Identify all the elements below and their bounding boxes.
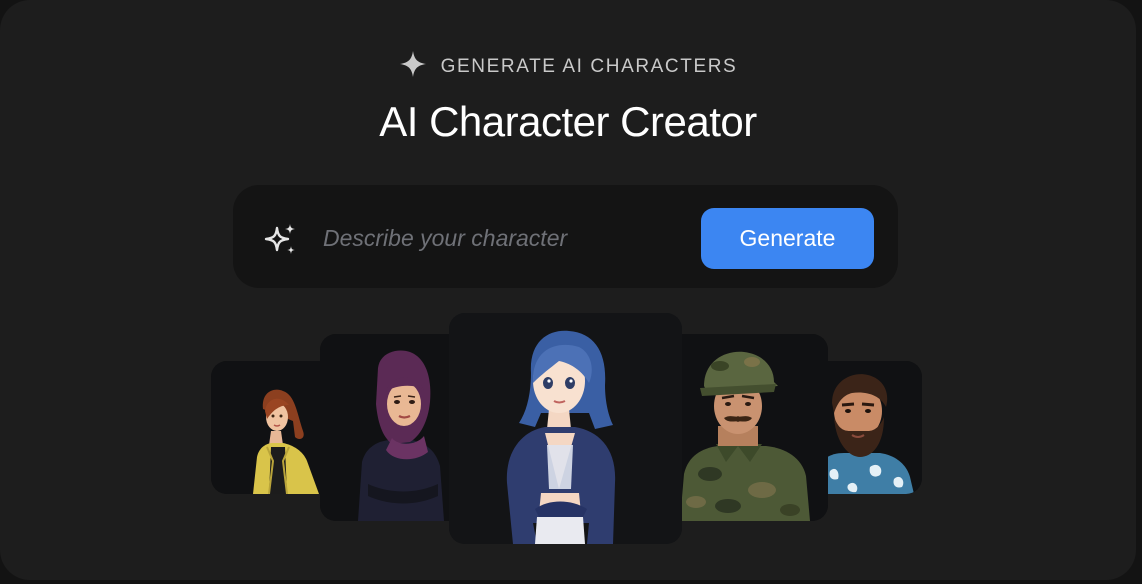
character-image bbox=[666, 334, 828, 521]
sparkle-icon bbox=[399, 50, 427, 83]
page-title: AI Character Creator bbox=[379, 98, 757, 145]
eyebrow: GENERATE AI CHARACTERS bbox=[0, 50, 1136, 83]
character-card-4[interactable] bbox=[666, 334, 828, 521]
generate-button[interactable]: Generate bbox=[701, 208, 874, 269]
character-card-3[interactable] bbox=[449, 313, 682, 544]
character-image bbox=[449, 313, 682, 544]
eyebrow-label: GENERATE AI CHARACTERS bbox=[440, 55, 738, 77]
character-description-input[interactable] bbox=[321, 217, 685, 259]
sparkles-icon bbox=[263, 222, 299, 258]
prompt-bar: Generate bbox=[233, 185, 898, 288]
character-card-2[interactable] bbox=[320, 334, 466, 521]
character-image bbox=[211, 361, 336, 494]
character-image bbox=[320, 334, 466, 521]
character-card-1[interactable] bbox=[211, 361, 336, 494]
creator-panel: GENERATE AI CHARACTERS AI Character Crea… bbox=[0, 0, 1136, 580]
